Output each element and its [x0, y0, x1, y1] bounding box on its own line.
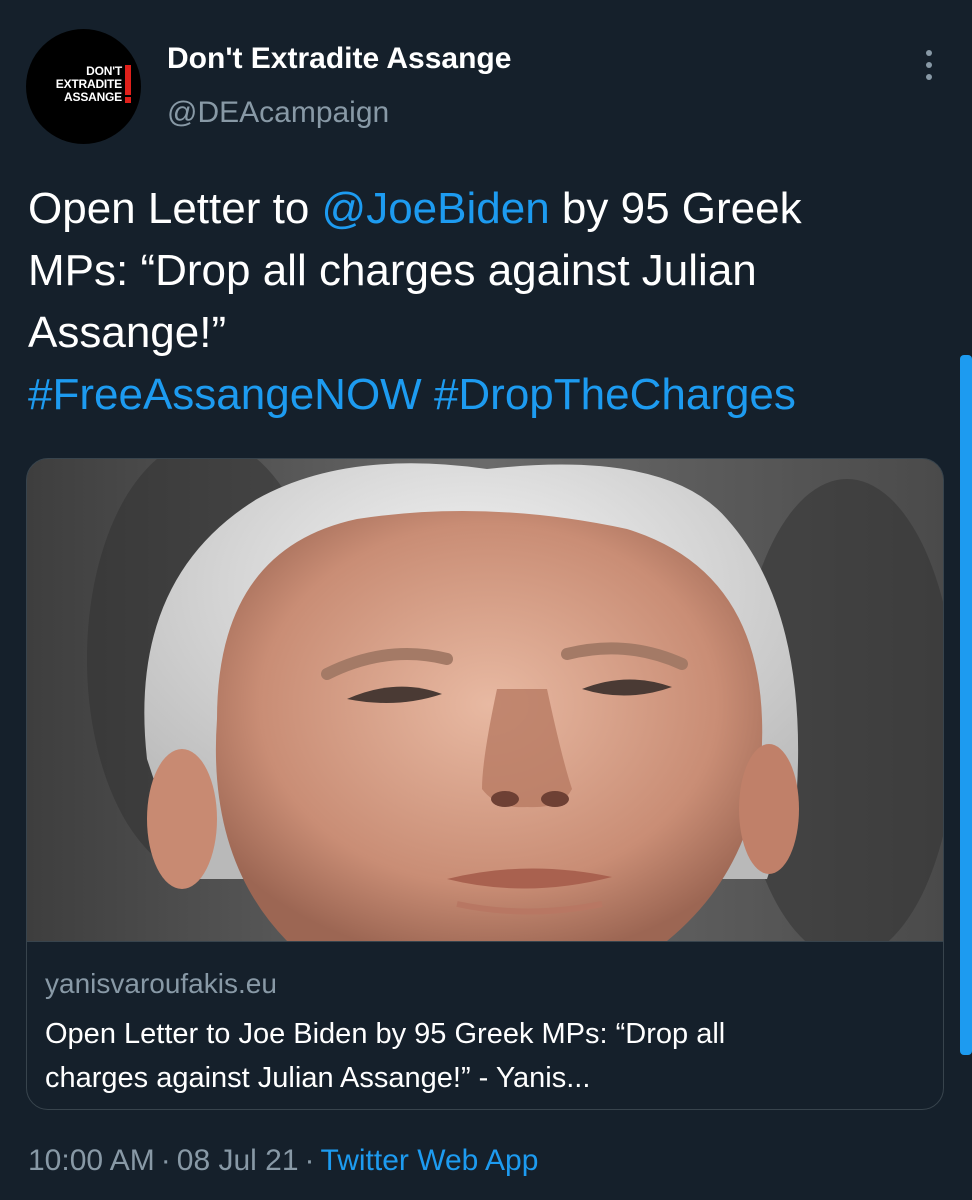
separator: · — [160, 1144, 171, 1177]
avatar[interactable]: DON'T EXTRADITE ASSANGE — [26, 29, 141, 144]
link-card[interactable]: yanisvaroufakis.eu Open Letter to Joe Bi… — [26, 458, 944, 1110]
user-handle[interactable]: @DEAcampaign — [167, 96, 389, 130]
hashtag-link[interactable]: #FreeAssangeNOW — [28, 370, 422, 419]
tweet-text-segment: Open Letter to — [28, 184, 322, 233]
portrait-photo-icon — [27, 459, 943, 941]
card-domain: yanisvaroufakis.eu — [45, 968, 277, 999]
avatar-exclamation-bar — [125, 65, 131, 95]
tweet-text-line: MPs: “Drop all charges against Julian — [28, 246, 757, 295]
more-vertical-icon[interactable] — [916, 48, 942, 82]
card-image[interactable] — [27, 459, 943, 941]
separator: · — [304, 1144, 315, 1177]
card-meta[interactable]: yanisvaroufakis.eu Open Letter to Joe Bi… — [27, 941, 943, 1109]
tweet-source-link[interactable]: Twitter Web App — [321, 1144, 539, 1177]
mention-link[interactable]: @JoeBiden — [322, 184, 550, 233]
hashtag-line: #FreeAssangeNOW #DropTheCharges — [28, 364, 948, 426]
tweet-time[interactable]: 10:00 AM — [28, 1144, 155, 1177]
tweet-text-line: Open Letter to @JoeBiden by 95 Greek — [28, 178, 948, 240]
display-name[interactable]: Don't Extradite Assange — [167, 42, 511, 76]
tweet-footer: 10:00 AM · 08 Jul 21 · Twitter Web App — [28, 1144, 538, 1178]
card-title: Open Letter to Joe Biden by 95 Greek MPs… — [45, 1012, 925, 1100]
tweet-text-line: Assange!” — [28, 308, 227, 357]
tweet-date[interactable]: 08 Jul 21 — [177, 1144, 299, 1177]
avatar-logo-text: DON'T EXTRADITE ASSANGE — [36, 65, 122, 104]
card-title-line: charges against Julian Assange!” - Yanis… — [45, 1062, 591, 1094]
tweet: DON'T EXTRADITE ASSANGE Don't Extradite … — [0, 0, 972, 1200]
scrollbar[interactable] — [960, 355, 972, 1055]
avatar-exclamation-dot — [125, 97, 131, 103]
tweet-text: Open Letter to @JoeBiden by 95 Greek MPs… — [28, 178, 948, 426]
avatar-logo-line: ASSANGE — [64, 90, 122, 104]
hashtag-link[interactable]: #DropTheCharges — [434, 370, 796, 419]
card-title-line: Open Letter to Joe Biden by 95 Greek MPs… — [45, 1018, 726, 1050]
tweet-text-segment: by 95 Greek — [549, 184, 802, 233]
